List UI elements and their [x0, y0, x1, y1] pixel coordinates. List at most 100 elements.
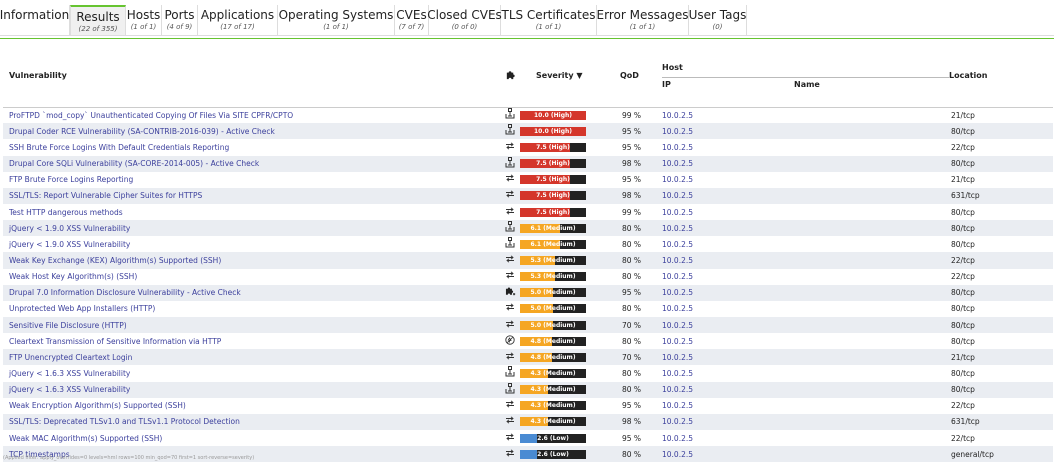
severity-label: 4.3 (Medium): [530, 402, 576, 410]
host-ip-link[interactable]: 10.0.2.5: [662, 127, 693, 136]
vulnerability-link[interactable]: Weak MAC Algorithm(s) Supported (SSH): [9, 434, 162, 443]
vulnerability-cell: Unprotected Web App Installers (HTTP): [3, 300, 500, 317]
vendorfix-icon: [505, 382, 515, 396]
vulnerability-link[interactable]: Weak Key Exchange (KEX) Algorithm(s) Sup…: [9, 256, 221, 265]
host-ip-cell: 10.0.2.5: [662, 413, 788, 430]
vulnerability-link[interactable]: Drupal 7.0 Information Disclosure Vulner…: [9, 288, 241, 297]
mitigation-icon: [505, 142, 515, 152]
host-ip-link[interactable]: 10.0.2.5: [662, 224, 693, 233]
tab-ports[interactable]: Ports (4 of 9): [162, 5, 198, 35]
host-ip-link[interactable]: 10.0.2.5: [662, 321, 693, 330]
col-severity[interactable]: Severity ▼: [520, 59, 620, 91]
qod-cell: 70 %: [620, 316, 662, 334]
tab-cves[interactable]: CVEs (7 of 7): [395, 5, 429, 35]
solution-type-cell: [500, 413, 520, 430]
tab-count: (1 of 1): [323, 23, 349, 31]
host-ip-cell: 10.0.2.5: [662, 268, 788, 285]
severity-label: 4.3 (Medium): [530, 369, 576, 377]
vulnerability-link[interactable]: SSH Brute Force Logins With Default Cred…: [9, 143, 229, 152]
host-ip-link[interactable]: 10.0.2.5: [662, 240, 693, 249]
host-ip-link[interactable]: 10.0.2.5: [662, 175, 693, 184]
sort-desc-icon: ▼: [576, 70, 583, 80]
tab-user-tags[interactable]: User Tags (0): [689, 5, 747, 35]
host-ip-cell: 10.0.2.5: [662, 333, 788, 350]
severity-label: 7.5 (High): [536, 208, 570, 216]
vulnerability-link[interactable]: Drupal Coder RCE Vulnerability (SA-CONTR…: [9, 127, 275, 136]
host-ip-link[interactable]: 10.0.2.5: [662, 385, 693, 394]
severity-cell: 6.1 (Medium): [520, 220, 620, 237]
solution-type-cell: [500, 349, 520, 366]
host-name-cell: [788, 413, 949, 430]
tab-results[interactable]: Results (22 of 355): [70, 5, 126, 35]
host-ip-link[interactable]: 10.0.2.5: [662, 417, 693, 426]
severity-label: 5.0 (Medium): [530, 321, 576, 329]
tab-hosts[interactable]: Hosts (1 of 1): [126, 5, 162, 35]
host-ip-link[interactable]: 10.0.2.5: [662, 401, 693, 410]
host-ip-link[interactable]: 10.0.2.5: [662, 304, 693, 313]
col-qod[interactable]: QoD: [620, 59, 662, 91]
vulnerability-link[interactable]: SSL/TLS: Report Vulnerable Cipher Suites…: [9, 191, 202, 200]
vulnerability-link[interactable]: Sensitive File Disclosure (HTTP): [9, 321, 127, 330]
host-ip-link[interactable]: 10.0.2.5: [662, 337, 693, 346]
vulnerability-link[interactable]: Cleartext Transmission of Sensitive Info…: [9, 337, 221, 346]
qod-cell: 95 %: [620, 397, 662, 414]
tab-information[interactable]: Information: [0, 5, 70, 35]
qod-cell: 80 %: [620, 236, 662, 253]
col-vulnerability[interactable]: Vulnerability: [3, 59, 500, 91]
host-ip-link[interactable]: 10.0.2.5: [662, 208, 693, 217]
col-solution-type[interactable]: [500, 59, 520, 91]
vulnerability-link[interactable]: jQuery < 1.9.0 XSS Vulnerability: [9, 240, 130, 249]
vulnerability-cell: Drupal 7.0 Information Disclosure Vulner…: [3, 284, 500, 301]
col-host-ip[interactable]: IP: [662, 76, 788, 91]
vulnerability-link[interactable]: SSL/TLS: Deprecated TLSv1.0 and TLSv1.1 …: [9, 417, 240, 426]
vulnerability-link[interactable]: Test HTTP dangerous methods: [9, 208, 123, 217]
vulnerability-link[interactable]: jQuery < 1.9.0 XSS Vulnerability: [9, 224, 130, 233]
host-ip-link[interactable]: 10.0.2.5: [662, 111, 693, 120]
tab-error-messages[interactable]: Error Messages (1 of 1): [597, 5, 689, 35]
applied-filter-note: (Applied filter: apply_overrides=0 level…: [3, 455, 255, 461]
vulnerability-link[interactable]: Unprotected Web App Installers (HTTP): [9, 304, 155, 313]
host-ip-link[interactable]: 10.0.2.5: [662, 434, 693, 443]
vulnerability-link[interactable]: Weak Encryption Algorithm(s) Supported (…: [9, 401, 186, 410]
host-ip-link[interactable]: 10.0.2.5: [662, 272, 693, 281]
vulnerability-link[interactable]: Drupal Core SQLi Vulnerability (SA-CORE-…: [9, 159, 259, 168]
host-ip-cell: 10.0.2.5: [662, 203, 788, 221]
mitigation-icon: [505, 271, 515, 281]
host-ip-link[interactable]: 10.0.2.5: [662, 450, 693, 459]
severity-cell: 2.6 (Low): [520, 446, 620, 463]
host-ip-link[interactable]: 10.0.2.5: [662, 353, 693, 362]
host-ip-cell: 10.0.2.5: [662, 446, 788, 463]
tab-closed-cves[interactable]: Closed CVEs (0 of 0): [427, 5, 502, 35]
tab-label: Information: [0, 8, 70, 22]
host-ip-link[interactable]: 10.0.2.5: [662, 256, 693, 265]
host-ip-link[interactable]: 10.0.2.5: [662, 369, 693, 378]
qod-cell: 99 %: [620, 203, 662, 221]
host-name-cell: [788, 203, 949, 221]
mitigation-icon: [505, 207, 515, 217]
host-ip-link[interactable]: 10.0.2.5: [662, 288, 693, 297]
severity-bar: 5.0 (Medium): [520, 320, 586, 330]
vulnerability-link[interactable]: FTP Brute Force Logins Reporting: [9, 175, 133, 184]
result-row: Drupal Core SQLi Vulnerability (SA-CORE-…: [3, 155, 1053, 172]
host-ip-cell: 10.0.2.5: [662, 365, 788, 382]
tab-tls-certificates[interactable]: TLS Certificates (1 of 1): [501, 5, 597, 35]
mitigation-icon: [505, 174, 515, 184]
vulnerability-link[interactable]: jQuery < 1.6.3 XSS Vulnerability: [9, 369, 130, 378]
tab-applications[interactable]: Applications (17 of 17): [198, 5, 278, 35]
solution-type-cell: [500, 333, 520, 350]
severity-bar: 5.3 (Medium): [520, 272, 586, 282]
vulnerability-link[interactable]: Weak Host Key Algorithm(s) (SSH): [9, 272, 137, 281]
host-ip-link[interactable]: 10.0.2.5: [662, 191, 693, 200]
tab-operating-systems[interactable]: Operating Systems (1 of 1): [278, 5, 395, 35]
vulnerability-link[interactable]: jQuery < 1.6.3 XSS Vulnerability: [9, 385, 130, 394]
col-location[interactable]: Location: [949, 59, 1053, 91]
tab-count: (1 of 1): [629, 23, 656, 31]
host-ip-link[interactable]: 10.0.2.5: [662, 143, 693, 152]
severity-bar: 7.5 (High): [520, 142, 586, 152]
host-ip-link[interactable]: 10.0.2.5: [662, 159, 693, 168]
tab-label: Results: [76, 10, 120, 24]
qod-cell: 70 %: [620, 349, 662, 366]
col-host-name[interactable]: Name: [788, 76, 949, 91]
vulnerability-link[interactable]: ProFTPD `mod_copy` Unauthenticated Copyi…: [9, 111, 293, 120]
vulnerability-link[interactable]: FTP Unencrypted Cleartext Login: [9, 353, 132, 362]
